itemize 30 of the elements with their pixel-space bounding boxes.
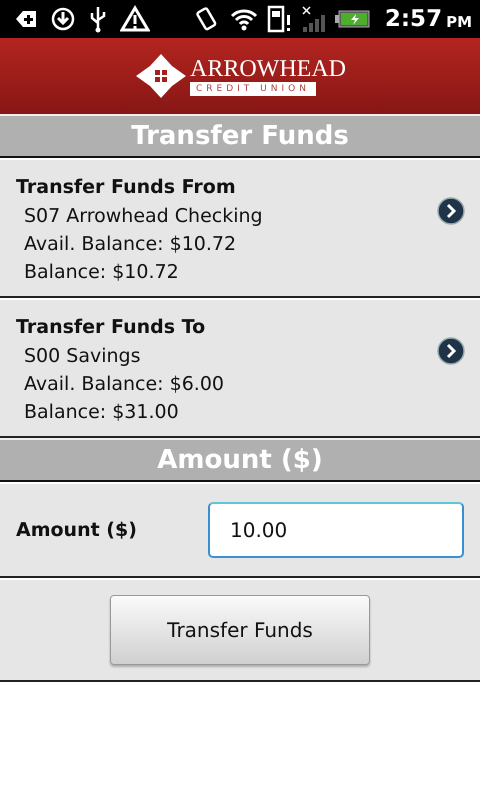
amount-field[interactable]: 10.00 — [208, 502, 464, 558]
amount-label: Amount ($) — [16, 519, 137, 541]
chevron-icon[interactable] — [436, 336, 466, 366]
wifi-icon — [228, 7, 259, 31]
account-name: S07 Arrowhead Checking — [23, 204, 263, 229]
available-balance: Avail. Balance: $10.72 — [23, 232, 238, 257]
logo-icon — [134, 52, 188, 100]
sim-card-icon — [266, 5, 293, 33]
logo-tagline: CREDIT UNION — [190, 82, 316, 96]
section-title: Transfer Funds — [0, 114, 480, 158]
account-balance: Balance: $10.72 — [23, 260, 180, 285]
logo-name: ARROWHEAD — [190, 56, 346, 82]
warning-icon — [120, 5, 150, 33]
account-heading: Transfer Funds From — [16, 176, 237, 198]
transfer-button[interactable]: Transfer Funds — [110, 595, 370, 665]
clock-meridiem: PM — [446, 13, 472, 31]
chevron-icon[interactable] — [436, 196, 466, 226]
section-title: Amount ($) — [0, 438, 480, 482]
account-selector[interactable]: Transfer Funds From S07 Arrowhead Checking Avail. Balance: $10.72 Balance: $10.72 — [0, 158, 480, 298]
download-icon — [50, 6, 76, 32]
account-selector[interactable]: Transfer Funds To S00 Savings Avail. Balance: $6.00 Balance: $31.00 — [0, 298, 480, 438]
available-balance: Avail. Balance: $6.00 — [23, 372, 224, 397]
notification-icon — [14, 9, 38, 29]
signal-icon — [300, 5, 327, 33]
clock-time: 2:57 — [384, 6, 442, 32]
account-name: S00 Savings — [23, 344, 142, 369]
account-balance: Balance: $31.00 — [23, 400, 180, 425]
account-heading: Transfer Funds To — [16, 316, 206, 338]
battery-icon — [334, 9, 371, 29]
usb-icon — [88, 5, 108, 33]
